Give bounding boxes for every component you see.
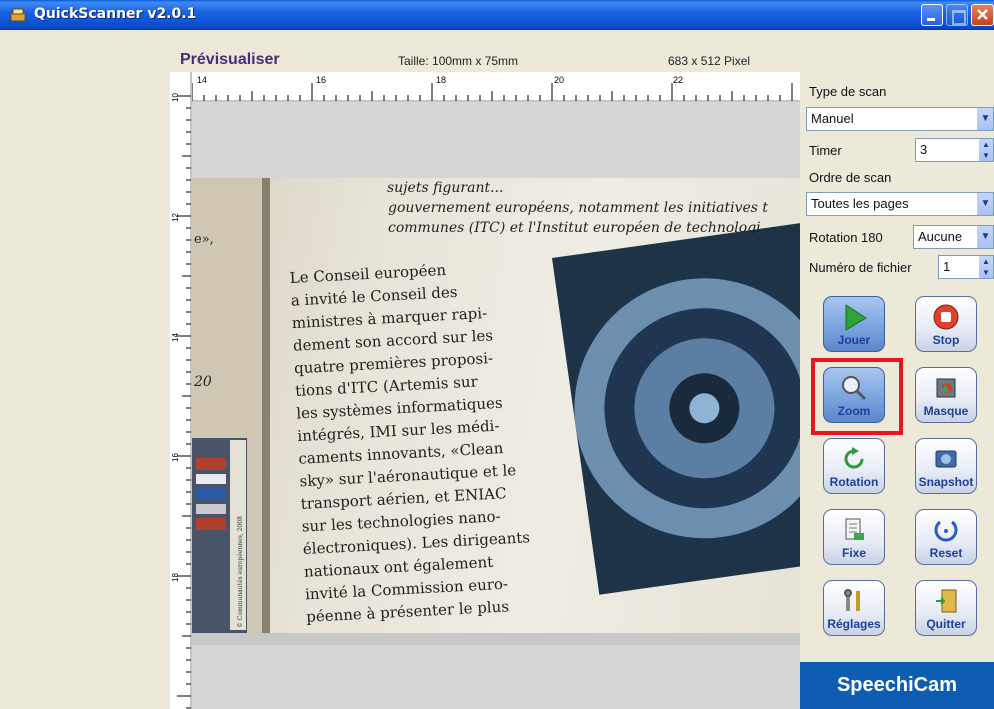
rotation-value: Aucune	[918, 229, 963, 244]
title-bar: QuickScanner v2.0.1	[0, 0, 994, 30]
document-pin-icon	[845, 518, 864, 540]
reset-button-label: Reset	[929, 546, 963, 560]
ruler-top-label: 16	[316, 75, 326, 85]
vertical-ruler: 10 12 14 16 18	[170, 72, 192, 709]
vertical-ruler-graphic: 10 12 14 16 18	[171, 72, 192, 709]
scan-margin-text: e»,	[194, 232, 214, 247]
scan-type-value: Manuel	[811, 111, 854, 126]
ruler-left-label: 12	[171, 213, 180, 222]
horizontal-ruler-graphic: 14 16 18 20 22	[170, 75, 800, 102]
mask-icon	[936, 378, 956, 398]
mask-button-label: Masque	[923, 404, 969, 418]
left-panel	[0, 30, 170, 709]
ruler-top-label: 22	[673, 75, 683, 85]
file-number-label: Numéro de fichier	[809, 260, 912, 275]
rotate-icon	[844, 447, 864, 469]
pixel-resolution-label: 683 x 512 Pixel	[668, 54, 751, 68]
zoom-highlight-frame	[811, 358, 903, 435]
scan-type-select[interactable]: Manuel ▼	[806, 107, 994, 131]
quit-button-label: Quitter	[926, 617, 966, 631]
maximize-button[interactable]	[946, 4, 968, 26]
mask-button[interactable]: Masque	[915, 367, 977, 423]
preview-title: Prévisualiser	[180, 51, 280, 68]
rotation-180-label: Rotation 180	[809, 230, 883, 245]
chevron-down-icon: ▼	[977, 193, 993, 215]
app-icon	[10, 8, 26, 22]
settings-button-label: Réglages	[827, 617, 881, 631]
play-icon	[845, 304, 867, 331]
scan-order-value: Toutes les pages	[811, 196, 909, 211]
file-number-value: 1	[943, 259, 951, 274]
minimize-button[interactable]	[921, 4, 943, 26]
chevron-down-icon: ▼	[977, 108, 993, 130]
spinner-arrows-icon: ▲ ▼	[979, 256, 993, 278]
size-label: Taille: 100mm x 75mm	[398, 54, 519, 68]
ruler-left-label: 18	[171, 573, 180, 582]
scan-order-label: Ordre de scan	[809, 170, 892, 185]
timer-label: Timer	[809, 143, 842, 158]
ruler-left-label: 14	[171, 333, 180, 342]
close-icon	[977, 9, 988, 20]
settings-button[interactable]: Réglages	[823, 580, 885, 636]
scan-heading-line: gouvernement européens, notamment les in…	[388, 200, 768, 216]
ruler-top-label: 18	[436, 75, 446, 85]
quit-button[interactable]: Quitter	[915, 580, 977, 636]
window-title: QuickScanner v2.0.1	[34, 6, 197, 22]
scan-margin-text: 20	[193, 374, 212, 390]
ruler-left-label: 16	[171, 453, 180, 462]
timer-value: 3	[920, 142, 928, 157]
scan-bottom-edge	[192, 633, 800, 645]
stamp-text: © Communautés européennes, 2008	[237, 516, 244, 628]
snapshot-button-label: Snapshot	[918, 475, 974, 489]
stop-button[interactable]: Stop	[915, 296, 977, 352]
play-button-label: Jouer	[837, 333, 871, 347]
scan-body-text: Le Conseil européena invité le Conseil d…	[289, 261, 530, 626]
scan-heading-line: communes (ITC) et l'Institut européen de…	[388, 220, 761, 236]
snapshot-button[interactable]: Snapshot	[915, 438, 977, 494]
rotation-button[interactable]: Rotation	[823, 438, 885, 494]
close-button[interactable]	[971, 4, 994, 26]
timer-spinner[interactable]: 3 ▲ ▼	[915, 138, 994, 162]
scanned-page-graphic: © Communautés européennes, 2008 sujets f…	[192, 178, 800, 633]
exit-door-icon	[936, 589, 957, 613]
camera-icon	[935, 450, 957, 468]
fixe-button-label: Fixe	[841, 546, 866, 560]
horizontal-ruler: 14 16 18 20 22	[170, 72, 800, 102]
tools-icon	[844, 589, 860, 611]
scan-heading-line: sujets figurant...	[387, 180, 503, 196]
play-button[interactable]: Jouer	[823, 296, 885, 352]
spinner-arrows-icon: ▲ ▼	[979, 139, 993, 161]
stop-icon	[933, 304, 959, 330]
scan-body-line: Le Conseil européen	[289, 261, 447, 287]
rotation-select[interactable]: Aucune ▼	[913, 225, 994, 249]
brand-logo: SpeechiCam	[800, 662, 994, 709]
preview-header: Prévisualiser Taille: 100mm x 75mm 683 x…	[170, 30, 800, 72]
gear-photo	[552, 220, 800, 595]
stop-button-label: Stop	[932, 333, 960, 347]
scanned-page-image: © Communautés européennes, 2008 sujets f…	[192, 178, 800, 633]
ruler-left-label: 10	[171, 93, 180, 102]
ruler-top-label: 20	[554, 75, 564, 85]
scan-type-label: Type de scan	[809, 84, 887, 99]
scan-body-line: a invité le Conseil des	[290, 283, 458, 310]
reset-icon	[934, 520, 958, 542]
scan-order-select[interactable]: Toutes les pages ▼	[806, 192, 994, 216]
fixe-button[interactable]: Fixe	[823, 509, 885, 565]
rotation-button-label: Rotation	[829, 475, 879, 489]
file-number-spinner[interactable]: 1 ▲ ▼	[938, 255, 994, 279]
chevron-down-icon: ▼	[977, 226, 993, 248]
reset-button[interactable]: Reset	[915, 509, 977, 565]
ruler-top-label: 14	[197, 75, 207, 85]
preview-area[interactable]: © Communautés européennes, 2008 sujets f…	[192, 102, 800, 709]
